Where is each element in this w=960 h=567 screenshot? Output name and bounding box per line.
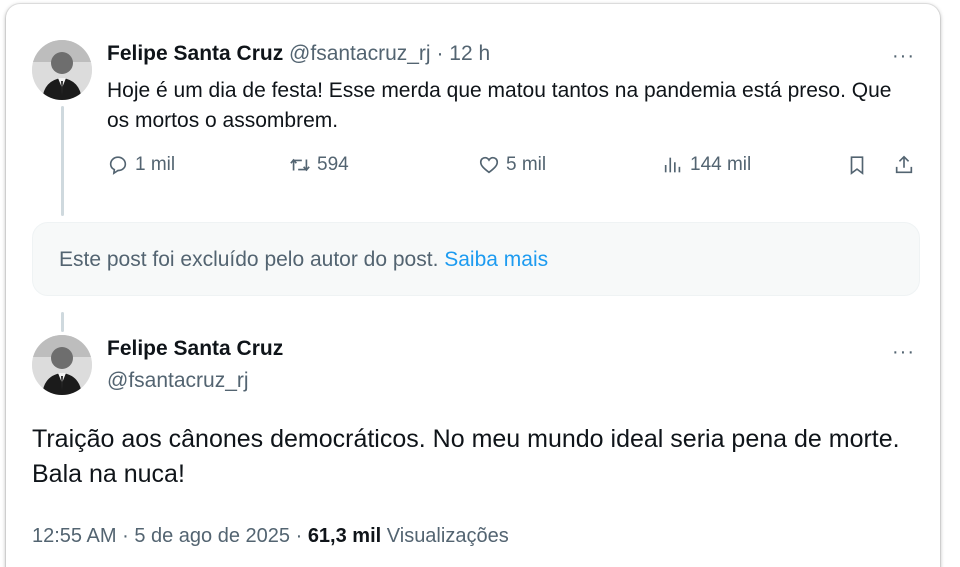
more-options-icon[interactable]: ··· (892, 46, 915, 66)
views-count: 144 mil (690, 154, 752, 175)
meta-separator: · (122, 525, 129, 547)
tweet-metadata: 12:55 AM · 5 de ago de 2025 · 61,3 mil V… (32, 522, 509, 550)
repost-icon (290, 158, 310, 172)
thread-line-connector (61, 312, 64, 332)
reply-count: 1 mil (135, 154, 176, 175)
deleted-post-notice: Este post foi excluído pelo autor do pos… (32, 222, 920, 296)
avatar-photo-icon (32, 40, 92, 100)
post-date[interactable]: 5 de ago de 2025 (134, 525, 290, 547)
tweet-actions: 1 mil 594 5 mil 144 mil (6, 154, 940, 184)
author-name[interactable]: Felipe Santa Cruz (107, 335, 283, 363)
screenshot-card: Felipe Santa Cruz @fsantacruz_rj · 12 h … (6, 4, 940, 567)
avatar-photo-icon (32, 335, 92, 395)
tweet-header: Felipe Santa Cruz @fsantacruz_rj · 12 h (107, 40, 490, 68)
share-button[interactable] (893, 154, 915, 176)
like-count: 5 mil (506, 154, 547, 175)
reply-button[interactable]: 1 mil (107, 154, 175, 176)
deleted-post-text: Este post foi excluído pelo autor do pos… (59, 248, 439, 271)
learn-more-link[interactable]: Saiba mais (444, 248, 548, 271)
meta-separator: · (295, 525, 303, 547)
views-label: Visualizações (386, 525, 509, 547)
repost-button[interactable]: 594 (289, 154, 349, 176)
share-icon (895, 155, 913, 174)
reply-icon (109, 156, 127, 175)
bar-chart-icon (664, 157, 681, 173)
tweet-text: Hoje é um dia de festa! Esse merda que m… (107, 79, 892, 132)
like-button[interactable]: 5 mil (478, 154, 546, 176)
bookmark-button[interactable] (846, 154, 868, 176)
repost-count: 594 (317, 154, 349, 175)
header-separator: · (436, 42, 444, 65)
author-avatar[interactable] (32, 335, 92, 395)
tweet-text: Traição aos cânones democráticos. No meu… (32, 425, 900, 488)
post-time[interactable]: 12:55 AM (32, 525, 117, 547)
views-count: 61,3 mil (307, 525, 382, 547)
heart-icon (479, 156, 499, 174)
bookmark-icon (850, 156, 864, 175)
author-avatar[interactable] (32, 40, 92, 100)
views-button[interactable]: 144 mil (662, 154, 751, 176)
post-time[interactable]: 12 h (449, 42, 490, 65)
more-options-icon[interactable]: ··· (892, 342, 915, 362)
author-handle[interactable]: @fsantacruz_rj (107, 367, 249, 395)
author-handle[interactable]: @fsantacruz_rj (289, 42, 431, 65)
author-name[interactable]: Felipe Santa Cruz (107, 42, 283, 65)
